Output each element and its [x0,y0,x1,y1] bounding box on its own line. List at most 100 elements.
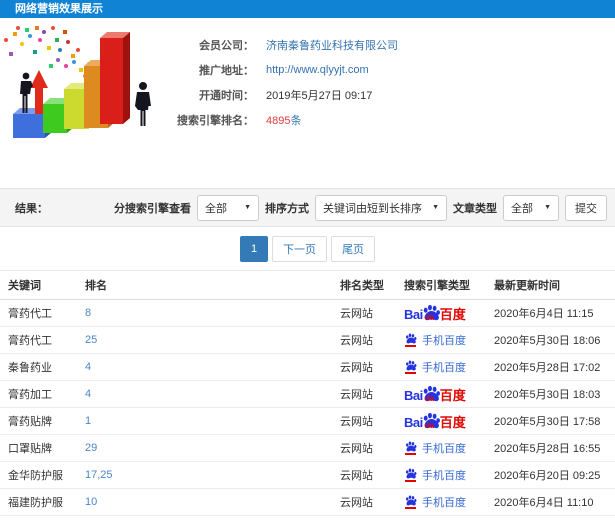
keyword-cell: 膏药贴牌 [8,416,52,428]
last-page-button[interactable]: 尾页 [331,235,376,262]
rank-cell[interactable]: 10 [85,496,340,508]
summary-section: 会员公司： 济南秦鲁药业科技有限公司 推广地址： http://www.qlyy… [0,18,615,188]
baidu-logo: Bai du 百度 [404,304,466,322]
mobile-baidu-label: 手机百度 [422,470,466,482]
rank-label: 搜索引擎排名： [177,114,254,127]
engine-cell: 手机百度 [404,332,494,348]
rank-type-cell: 云网站 [340,416,373,428]
baidu-logo-du: du [424,421,435,430]
engine-cell: Bai du 百度 [404,304,494,322]
article-filter-value: 全部 [511,202,533,215]
rank-type-cell: 云网站 [340,497,373,509]
updated-cell: 2020年5月28日 16:55 [494,443,601,455]
keyword-cell: 金华防护服 [8,470,63,482]
baidu-paw-icon [405,441,416,452]
rank-type-cell: 云网站 [340,443,373,455]
baidu-paw-icon [405,360,416,371]
sort-filter-select[interactable]: 关键词由短到长排序 ▼ [315,194,447,221]
company-link[interactable]: 济南秦鲁药业科技有限公司 [266,40,398,52]
rank-count: 4895条 [266,112,301,128]
header-updated: 最新更新时间 [494,280,560,292]
info-row-url: 推广地址： http://www.qlyyjt.com [168,57,398,82]
baidu-underline [405,453,416,455]
baidu-logo: Bai du 百度 [404,412,466,430]
baidu-underline [405,480,416,482]
table-row: 金华防护服 17,25 云网站 手机百度 2020年6月20日 09:25 [0,462,615,489]
table-row: 膏药代工 25 云网站 手机百度 2020年5月30日 18:06 [0,327,615,354]
rank-type-cell: 云网站 [340,362,373,374]
engine-cell: 手机百度 [404,494,494,510]
baidu-logo-du: du [424,394,435,403]
chevron-down-icon: ▼ [544,204,551,211]
engine-cell: Bai du 百度 [404,385,494,403]
engine-filter-value: 全部 [205,202,227,215]
baidu-logo-cn: 百度 [439,388,466,403]
header-rank-type: 排名类型 [340,280,384,292]
baidu-underline [405,345,416,347]
baidu-logo-cn: 百度 [439,307,466,322]
bar-chart-clipart [4,26,151,138]
info-row-rank: 搜索引擎排名： 4895条 [168,107,398,132]
next-page-button[interactable]: 下一页 [272,235,328,262]
mobile-baidu-label: 手机百度 [422,443,466,455]
pagination: 1 下一页 尾页 [0,227,615,270]
keyword-cell: 膏药代工 [8,335,52,347]
app-header: 网络营销效果展示 [0,0,615,18]
updated-cell: 2020年5月28日 17:02 [494,362,601,374]
page-1-button[interactable]: 1 [239,235,269,262]
table-row: 膏药贴牌 1 云网站 Bai du 百度 2020年5月30日 17:58 [0,408,615,435]
opened-value: 2019年5月27日 09:17 [266,89,373,102]
businessman-left-icon [20,72,33,113]
engine-cell: 手机百度 [404,467,494,483]
chevron-down-icon: ▼ [432,204,439,211]
promotion-url-link[interactable]: http://www.qlyyjt.com [266,64,369,76]
header-rank: 排名 [85,280,107,292]
baidu-paw-icon [405,333,416,344]
rank-count-unit: 条 [290,114,302,127]
keyword-cell: 福建防护服 [8,497,63,509]
table-row: 福建防护服 10 云网站 手机百度 2020年6月4日 11:10 [0,489,615,516]
mobile-baidu-label: 手机百度 [422,362,466,374]
engine-filter-label: 分搜索引擎查看 [114,202,191,215]
rank-cell[interactable]: 25 [85,334,340,346]
rank-cell[interactable]: 8 [85,307,340,319]
table-row: 膏药加工 4 云网站 Bai du 百度 2020年5月30日 18:03 [0,381,615,408]
filter-bar: 结果： 分搜索引擎查看 全部 ▼ 排序方式 关键词由短到长排序 ▼ 文章类型 全… [0,188,615,227]
updated-cell: 2020年6月4日 11:10 [494,497,594,509]
mobile-baidu-logo: 手机百度 [404,467,466,483]
account-info: 会员公司： 济南秦鲁药业科技有限公司 推广地址： http://www.qlyy… [168,32,398,132]
baidu-logo: Bai du 百度 [404,385,466,403]
article-filter-select[interactable]: 全部 ▼ [503,194,559,221]
keyword-cell: 秦鲁药业 [8,362,52,374]
submit-button[interactable]: 提交 [565,194,607,221]
info-row-company: 会员公司： 济南秦鲁药业科技有限公司 [168,32,398,57]
keyword-cell: 口罩贴牌 [8,443,52,455]
header-keyword: 关键词 [8,280,41,292]
rank-type-cell: 云网站 [340,470,373,482]
rank-cell[interactable]: 17,25 [85,469,340,481]
rank-cell[interactable]: 4 [85,361,340,373]
result-label: 结果： [15,202,48,215]
rank-cell[interactable]: 1 [85,415,340,427]
rank-type-cell: 云网站 [340,335,373,347]
engine-filter-select[interactable]: 全部 ▼ [197,194,259,221]
updated-cell: 2020年5月30日 18:06 [494,335,601,347]
baidu-logo-cn: 百度 [439,415,466,430]
sort-filter-label: 排序方式 [265,202,309,215]
table-header-row: 关键词 排名 排名类型 搜索引擎类型 最新更新时间 [0,270,615,300]
company-label: 会员公司： [199,39,254,52]
keyword-cell: 膏药加工 [8,389,52,401]
businessman-right-icon [135,82,151,126]
baidu-paw-icon [405,495,416,506]
page-title: 网络营销效果展示 [15,3,103,15]
rank-count-number: 4895 [266,114,291,127]
keyword-cell: 膏药代工 [8,308,52,320]
baidu-logo-bai: Bai [404,415,423,430]
chevron-down-icon: ▼ [244,204,251,211]
updated-cell: 2020年5月30日 18:03 [494,389,601,401]
rank-type-cell: 云网站 [340,389,373,401]
opened-label: 开通时间： [199,89,254,102]
rank-cell[interactable]: 4 [85,388,340,400]
rank-cell[interactable]: 29 [85,442,340,454]
engine-cell: 手机百度 [404,440,494,456]
